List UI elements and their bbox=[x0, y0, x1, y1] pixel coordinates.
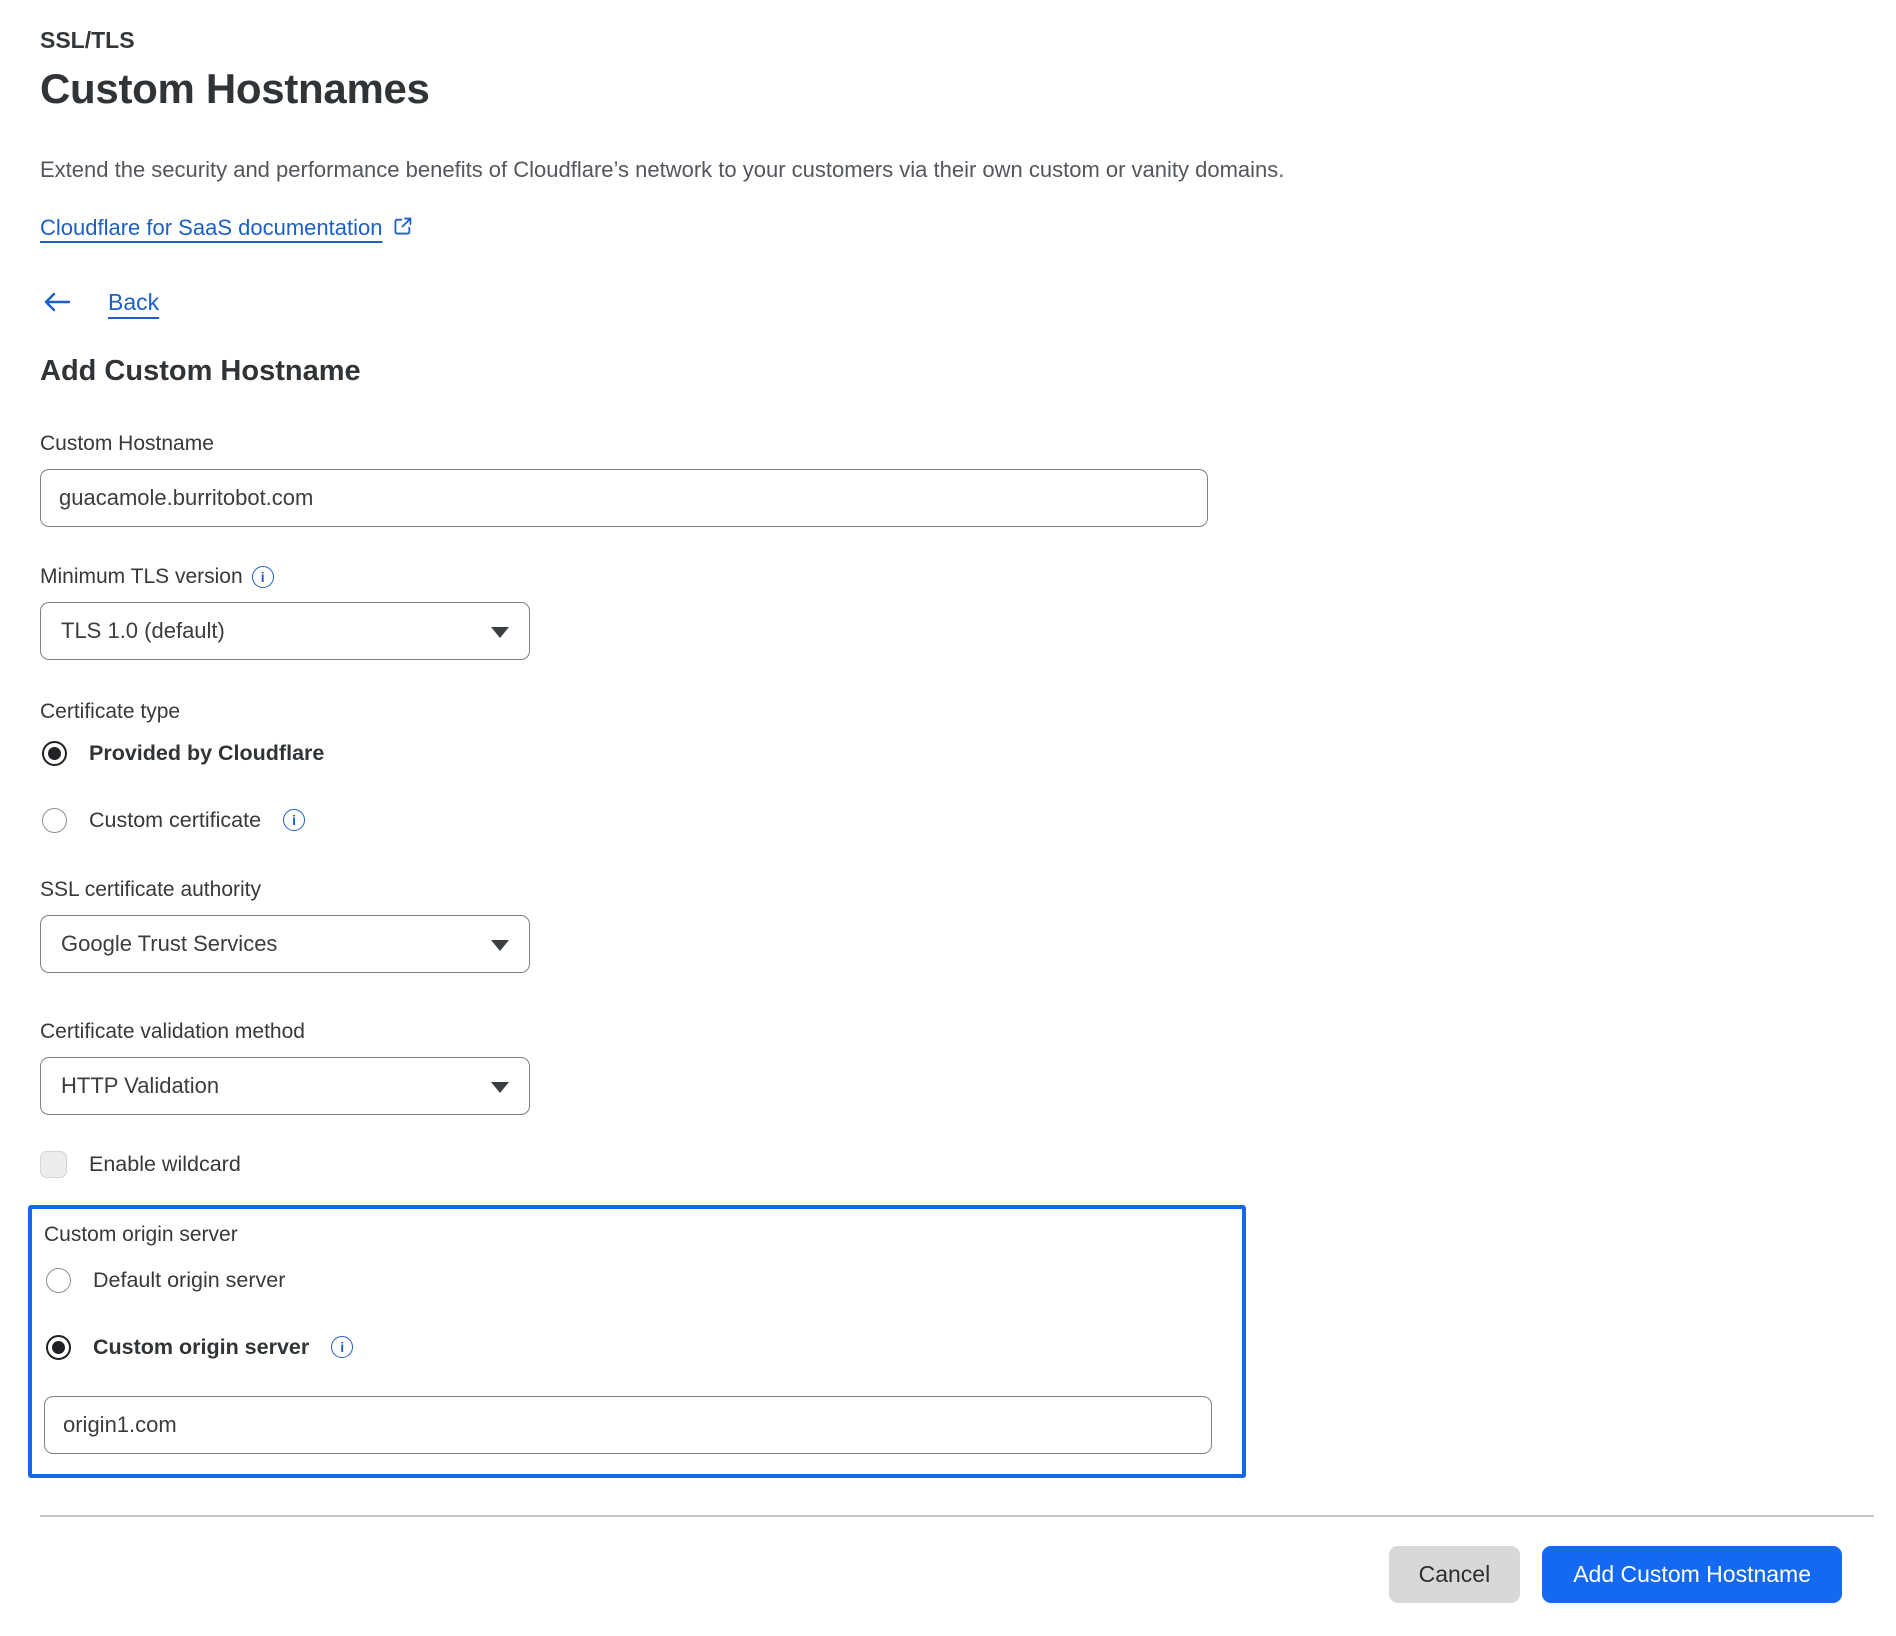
radio-unselected-icon bbox=[46, 1268, 71, 1293]
radio-selected-icon bbox=[46, 1335, 71, 1360]
chevron-down-icon bbox=[491, 1082, 509, 1093]
breadcrumb-section: SSL/TLS bbox=[40, 26, 1896, 54]
enable-wildcard-label: Enable wildcard bbox=[89, 1152, 241, 1177]
add-custom-hostname-button[interactable]: Add Custom Hostname bbox=[1542, 1546, 1842, 1603]
validation-method-select[interactable]: HTTP Validation bbox=[40, 1057, 530, 1115]
radio-custom-certificate[interactable]: Custom certificate bbox=[42, 807, 1896, 833]
custom-hostname-input[interactable] bbox=[40, 469, 1208, 527]
back-row: Back bbox=[42, 287, 1896, 317]
custom-certificate-info-icon[interactable] bbox=[283, 809, 305, 831]
custom-origin-server-input[interactable] bbox=[44, 1396, 1212, 1454]
certificate-type-field: Certificate type Provided by Cloudflare … bbox=[40, 700, 1896, 833]
form-heading: Add Custom Hostname bbox=[40, 355, 1896, 387]
validation-method-label: Certificate validation method bbox=[40, 1020, 1896, 1044]
ssl-authority-label: SSL certificate authority bbox=[40, 878, 1896, 902]
page-title: Custom Hostnames bbox=[40, 64, 1896, 114]
saas-documentation-link-label: Cloudflare for SaaS documentation bbox=[40, 215, 382, 241]
min-tls-label: Minimum TLS version bbox=[40, 565, 243, 589]
custom-origin-server-info-icon[interactable] bbox=[331, 1336, 353, 1358]
chevron-down-icon bbox=[491, 627, 509, 638]
footer-divider bbox=[40, 1515, 1874, 1517]
min-tls-selected-value: TLS 1.0 (default) bbox=[61, 618, 225, 644]
back-arrow-icon[interactable] bbox=[42, 291, 72, 313]
page-description: Extend the security and performance bene… bbox=[40, 157, 1540, 183]
custom-hostnames-page: SSL/TLS Custom Hostnames Extend the secu… bbox=[0, 0, 1896, 1603]
ssl-authority-select[interactable]: Google Trust Services bbox=[40, 915, 530, 973]
ssl-authority-selected-value: Google Trust Services bbox=[61, 931, 277, 957]
custom-hostname-field: Custom Hostname bbox=[40, 432, 1896, 527]
radio-custom-origin-server-label: Custom origin server bbox=[93, 1335, 309, 1360]
chevron-down-icon bbox=[491, 940, 509, 951]
radio-provided-by-cloudflare[interactable]: Provided by Cloudflare bbox=[42, 740, 1896, 766]
radio-custom-certificate-label: Custom certificate bbox=[89, 808, 261, 833]
ssl-authority-field: SSL certificate authority Google Trust S… bbox=[40, 878, 1896, 973]
radio-selected-icon bbox=[42, 741, 67, 766]
validation-method-field: Certificate validation method HTTP Valid… bbox=[40, 1020, 1896, 1115]
min-tls-field: Minimum TLS version TLS 1.0 (default) bbox=[40, 565, 1896, 660]
custom-origin-server-section: Custom origin server Default origin serv… bbox=[28, 1205, 1246, 1478]
custom-hostname-label: Custom Hostname bbox=[40, 432, 1896, 456]
certificate-type-label: Certificate type bbox=[40, 700, 1896, 724]
radio-unselected-icon bbox=[42, 808, 67, 833]
saas-documentation-link[interactable]: Cloudflare for SaaS documentation bbox=[40, 215, 414, 241]
enable-wildcard-checkbox-row[interactable]: Enable wildcard bbox=[40, 1151, 1896, 1178]
radio-provided-by-cloudflare-label: Provided by Cloudflare bbox=[89, 741, 324, 766]
min-tls-select[interactable]: TLS 1.0 (default) bbox=[40, 602, 530, 660]
checkbox-unchecked-icon[interactable] bbox=[40, 1151, 67, 1178]
cancel-button[interactable]: Cancel bbox=[1389, 1546, 1521, 1603]
external-link-icon bbox=[392, 215, 414, 237]
form-actions: Cancel Add Custom Hostname bbox=[0, 1546, 1842, 1603]
back-link[interactable]: Back bbox=[108, 289, 159, 316]
min-tls-info-icon[interactable] bbox=[252, 566, 274, 588]
validation-method-selected-value: HTTP Validation bbox=[61, 1073, 219, 1099]
radio-default-origin-server[interactable]: Default origin server bbox=[46, 1267, 1242, 1293]
doc-link-row: Cloudflare for SaaS documentation bbox=[40, 213, 1896, 243]
wildcard-field: Enable wildcard bbox=[40, 1151, 1896, 1178]
radio-custom-origin-server[interactable]: Custom origin server bbox=[46, 1334, 1242, 1360]
origin-server-label: Custom origin server bbox=[44, 1223, 1242, 1247]
radio-default-origin-server-label: Default origin server bbox=[93, 1268, 285, 1293]
